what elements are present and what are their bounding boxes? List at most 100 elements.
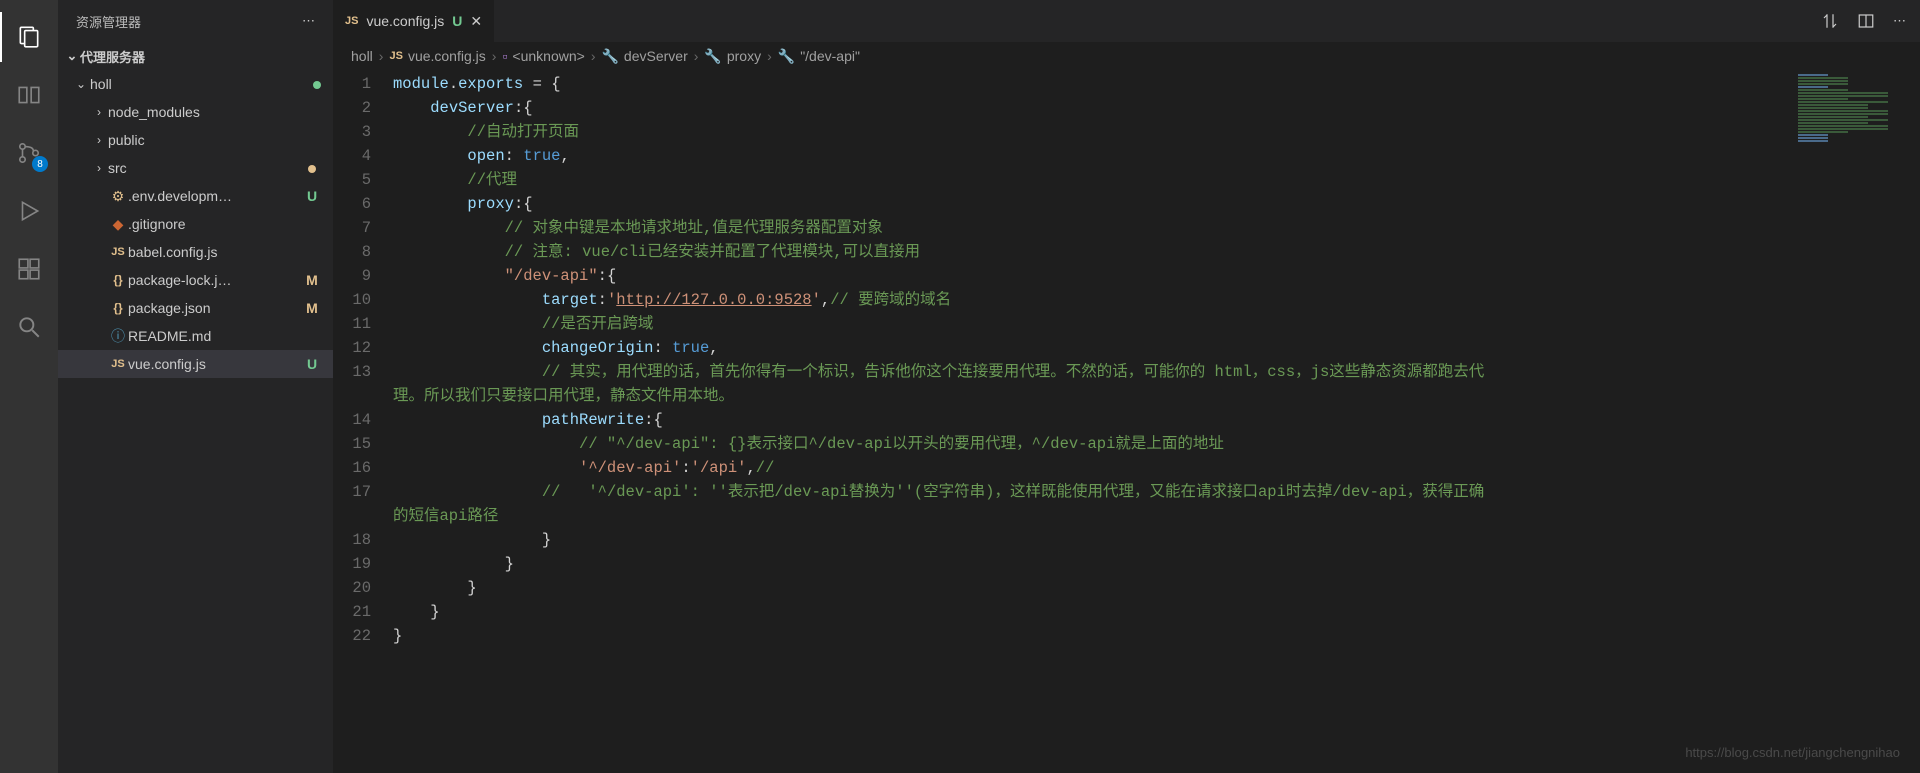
vcs-status: U: [303, 356, 321, 372]
tree-item[interactable]: ⓘREADME.md: [58, 322, 333, 350]
minimap[interactable]: [1792, 70, 1902, 773]
editor[interactable]: 12345678910111213141516171819202122 modu…: [333, 70, 1920, 773]
chevron-right-icon: ›: [90, 161, 108, 175]
breadcrumb-label: devServer: [624, 48, 688, 64]
code-area[interactable]: module.exports = { devServer:{ //自动打开页面 …: [393, 70, 1792, 773]
compare-icon[interactable]: [1821, 12, 1839, 30]
code-line[interactable]: changeOrigin: true,: [393, 336, 1792, 360]
breadcrumb-item[interactable]: holl: [351, 48, 373, 64]
tree-item[interactable]: {}package-lock.j…M: [58, 266, 333, 294]
code-line[interactable]: }: [393, 624, 1792, 648]
activity-explorer-icon[interactable]: [0, 8, 58, 66]
tab-vueconfig[interactable]: JS vue.config.js U ✕: [333, 0, 495, 42]
breadcrumb-label: proxy: [727, 48, 761, 64]
tree-item[interactable]: ›src: [58, 154, 333, 182]
code-line[interactable]: module.exports = {: [393, 72, 1792, 96]
tree-item-label: node_modules: [108, 104, 321, 120]
more-icon[interactable]: ⋯: [1893, 13, 1906, 29]
vcs-status: M: [303, 300, 321, 316]
activity-search-icon[interactable]: [0, 298, 58, 356]
code-line[interactable]: devServer:{: [393, 96, 1792, 120]
tree-item-label: .gitignore: [128, 216, 321, 232]
breadcrumb-item[interactable]: ▫ <unknown>: [502, 48, 584, 64]
breadcrumb-label: holl: [351, 48, 373, 64]
chevron-down-icon: ⌄: [64, 48, 80, 64]
code-line[interactable]: "/dev-api":{: [393, 264, 1792, 288]
js-file-icon: JS: [389, 50, 402, 62]
breadcrumb-item[interactable]: JS vue.config.js: [389, 48, 485, 64]
activity-bar: 8: [0, 0, 58, 773]
breadcrumb-item[interactable]: 🔧devServer: [601, 48, 687, 65]
code-line[interactable]: target:'http://127.0.0.0:9528',// 要跨域的域名: [393, 288, 1792, 312]
tab-actions: ⋯: [1807, 0, 1920, 42]
chevron-right-icon: ›: [694, 48, 699, 64]
code-line[interactable]: //代理: [393, 168, 1792, 192]
chevron-right-icon: ›: [591, 48, 596, 64]
code-line[interactable]: // "^/dev-api": {}表示接口^/dev-api以开头的要用代理，…: [393, 432, 1792, 456]
tab-label: vue.config.js: [366, 13, 444, 29]
code-line[interactable]: // '^/dev-api': ''表示把/dev-api替换为''(空字符串)…: [393, 480, 1493, 528]
code-line[interactable]: '^/dev-api':'/api',//: [393, 456, 1792, 480]
code-line[interactable]: //自动打开页面: [393, 120, 1792, 144]
breadcrumb-label: vue.config.js: [408, 48, 486, 64]
tree-item[interactable]: ⚙.env.developm…U: [58, 182, 333, 210]
chevron-right-icon: ›: [90, 133, 108, 147]
breadcrumb-label: "/dev-api": [800, 48, 860, 64]
code-line[interactable]: }: [393, 552, 1792, 576]
js-file-icon: JS: [345, 15, 358, 27]
code-line[interactable]: }: [393, 528, 1792, 552]
tree-item[interactable]: ◆.gitignore: [58, 210, 333, 238]
activity-debug-icon[interactable]: [0, 182, 58, 240]
code-line[interactable]: proxy:{: [393, 192, 1792, 216]
breadcrumb-item[interactable]: 🔧proxy: [704, 48, 761, 65]
code-line[interactable]: //是否开启跨域: [393, 312, 1792, 336]
tree-item-label: package-lock.j…: [128, 272, 303, 288]
sidebar-title: 资源管理器: [76, 12, 141, 31]
split-editor-icon[interactable]: [1857, 12, 1875, 30]
breadcrumb-item[interactable]: 🔧"/dev-api": [778, 48, 860, 65]
vertical-scrollbar[interactable]: [1902, 70, 1920, 773]
tree-item-label: babel.config.js: [128, 244, 321, 260]
file-tree: ›node_modules›public›src⚙.env.developm…U…: [58, 98, 333, 773]
breadcrumbs[interactable]: holl › JS vue.config.js › ▫ <unknown> › 🔧devServ…: [333, 42, 1920, 70]
code-line[interactable]: // 注意: vue/cli已经安装并配置了代理模块,可以直接用: [393, 240, 1792, 264]
section-header[interactable]: ⌄ 代理服务器: [58, 42, 333, 70]
tab-status: U: [452, 13, 462, 29]
close-icon[interactable]: ✕: [470, 13, 482, 30]
tree-item-label: .env.developm…: [128, 188, 303, 204]
tree-item-label: vue.config.js: [128, 356, 303, 372]
sidebar-more-icon[interactable]: ⋯: [302, 13, 315, 29]
code-line[interactable]: // 对象中键是本地请求地址,值是代理服务器配置对象: [393, 216, 1792, 240]
code-line[interactable]: }: [393, 576, 1792, 600]
tree-item[interactable]: ›public: [58, 126, 333, 154]
code-line[interactable]: open: true,: [393, 144, 1792, 168]
tree-item[interactable]: {}package.jsonM: [58, 294, 333, 322]
modified-dot-icon: [303, 160, 321, 176]
chevron-right-icon: ›: [379, 48, 384, 64]
tree-item[interactable]: JSvue.config.jsU: [58, 350, 333, 378]
code-line[interactable]: // 其实，用代理的话，首先你得有一个标识，告诉他你这个连接要用代理。不然的话，…: [393, 360, 1493, 408]
line-gutter: 12345678910111213141516171819202122: [333, 70, 393, 773]
tree-item[interactable]: JSbabel.config.js: [58, 238, 333, 266]
code-line[interactable]: pathRewrite:{: [393, 408, 1792, 432]
sidebar: 资源管理器 ⋯ ⌄ 代理服务器 ⌄ holl ›node_modules›pub…: [58, 0, 333, 773]
tree-item-label: README.md: [128, 328, 321, 344]
section-title: 代理服务器: [80, 47, 145, 66]
vcs-status: M: [303, 272, 321, 288]
code-line[interactable]: }: [393, 600, 1792, 624]
chevron-down-icon: ⌄: [72, 77, 90, 91]
scm-badge: 8: [32, 156, 48, 172]
activity-scm-icon[interactable]: 8: [0, 124, 58, 182]
chevron-right-icon: ›: [767, 48, 772, 64]
chevron-right-icon: ›: [492, 48, 497, 64]
module-icon: ▫: [502, 48, 507, 64]
activity-extensions-icon[interactable]: [0, 240, 58, 298]
breadcrumb-label: <unknown>: [512, 48, 584, 64]
tree-item[interactable]: ›node_modules: [58, 98, 333, 126]
tree-item-label: package.json: [128, 300, 303, 316]
tree-root-label: holl: [90, 76, 313, 92]
tree-root[interactable]: ⌄ holl: [58, 70, 333, 98]
activity-reader-icon[interactable]: [0, 66, 58, 124]
editor-group: JS vue.config.js U ✕ ⋯ holl › JS vue.config…: [333, 0, 1920, 773]
modified-dot-icon: [313, 76, 321, 92]
